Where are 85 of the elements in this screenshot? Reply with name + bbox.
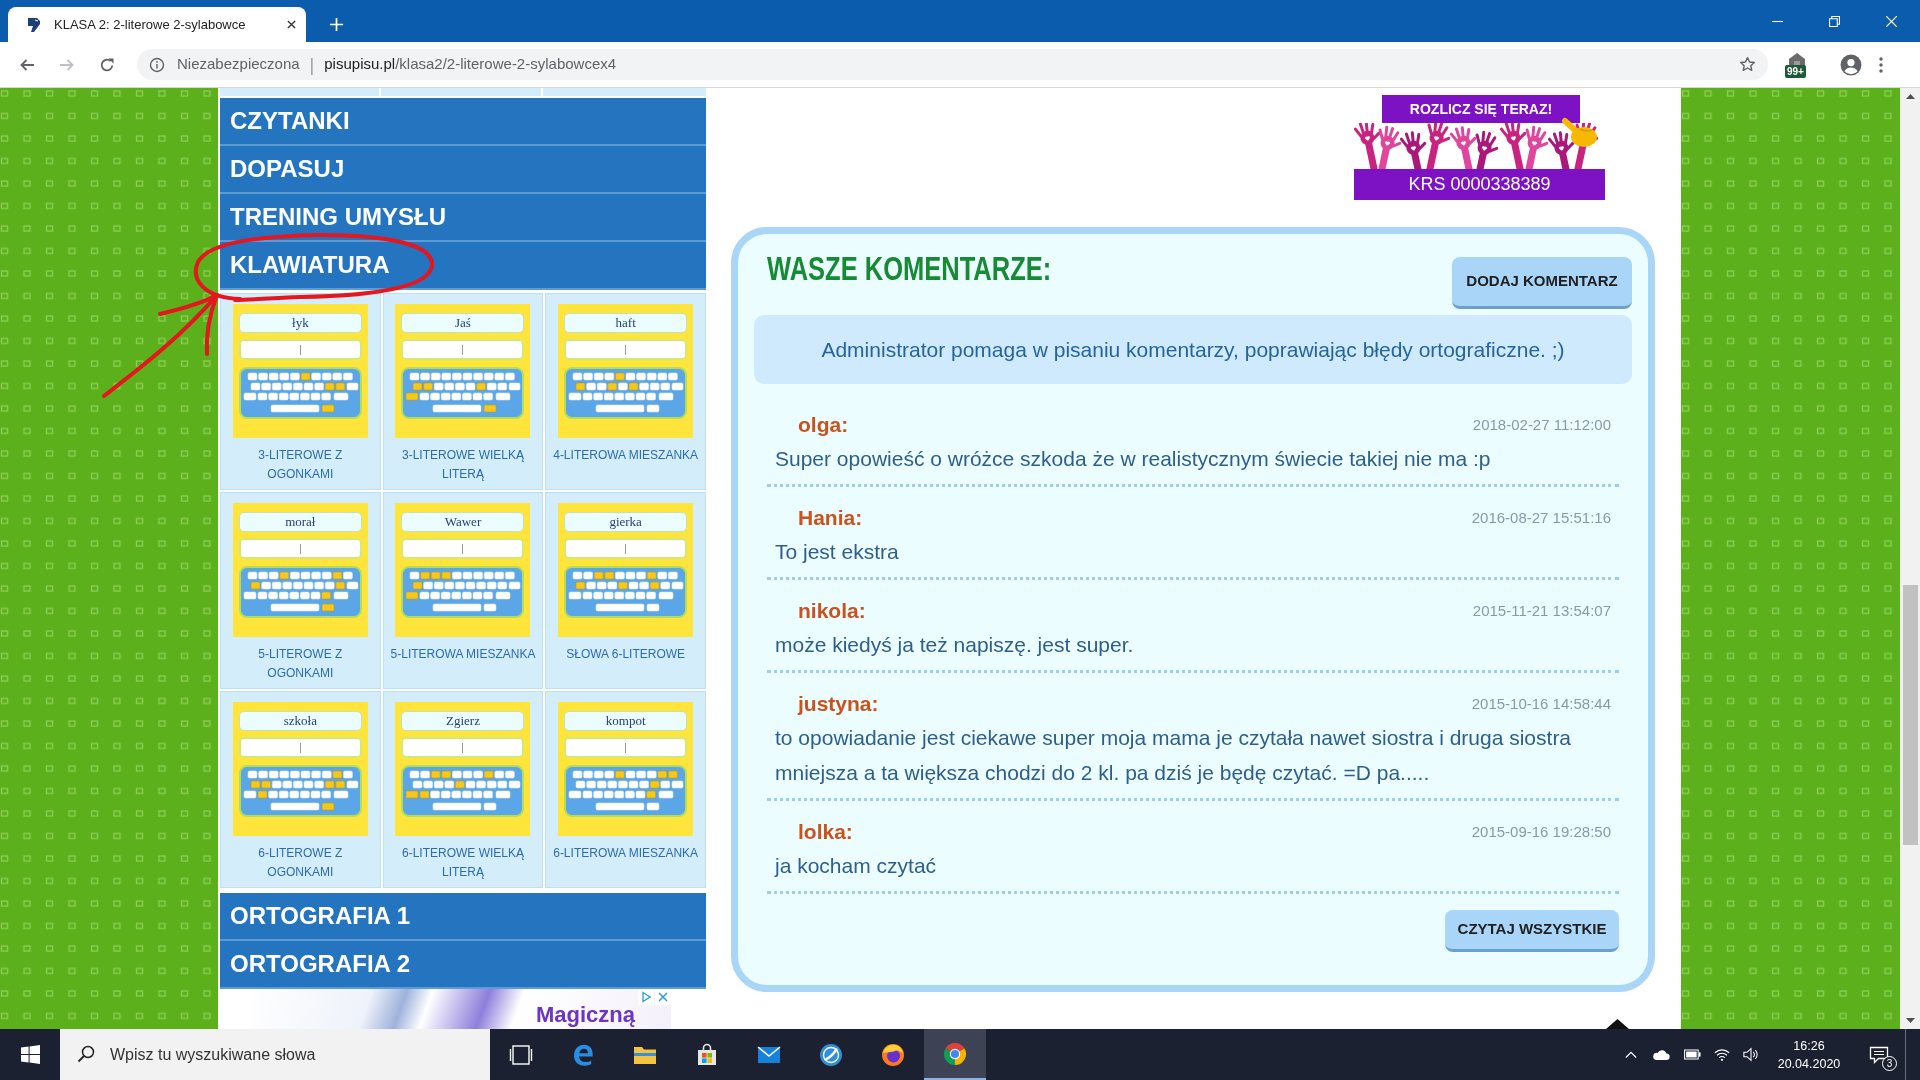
new-tab-icon[interactable]	[329, 17, 344, 32]
comment-author: nikola:	[798, 598, 866, 625]
firefox-icon	[881, 1042, 905, 1067]
section-title: WASZE KOMENTARZE:	[767, 249, 1052, 287]
close-ad-icon[interactable]	[655, 989, 671, 1005]
ad-text: Magiczną	[536, 1002, 636, 1029]
comment-date: 2015-09-16 19:28:50	[1471, 821, 1611, 842]
menu-item[interactable]: TRENING UMYSŁU	[220, 194, 706, 242]
browser-tab[interactable]: KLASA 2: 2-literowe 2-sylabowce	[8, 7, 306, 42]
exercise-tile[interactable]: haft 4-LITEROWA MIESZANKA	[545, 293, 706, 490]
exercise-tile[interactable]: gierka SŁOWA 6-LITEROWE	[545, 492, 706, 689]
comment-text: to opowiadanie jest ciekawe super moja mama je czytała nawet siostra i druga siostra mniejsza a ta większa chodzi do 2 kl. pa dziś je będę czytać. =D pa.....	[775, 725, 1573, 786]
target-word: łyk	[238, 313, 362, 333]
target-word: morał	[238, 512, 362, 532]
target-word: kompot	[564, 711, 688, 731]
comment-author: justyna:	[798, 691, 879, 718]
menu-item[interactable]: ORTOGRAFIA 2	[220, 941, 706, 989]
comment-text: może kiedyś ja też napiszę. jest super.	[775, 632, 1135, 658]
read-all-button[interactable]: CZYTAJ WSZYSTKIE	[1445, 910, 1619, 952]
search-field[interactable]: Wpisz tu wyszukiwane słowa	[60, 1029, 490, 1080]
target-word: Zgierz	[401, 711, 525, 731]
exercise-tile[interactable]: łyk 3-LITEROWE Z OGONKAMI	[220, 293, 381, 490]
clock-date[interactable]: 20.04.2020	[1777, 1054, 1841, 1073]
url-text[interactable]: pisupisu.pl/klasa2/2-literowe-2-sylabowcex4	[324, 53, 617, 76]
menu-item[interactable]: KLAWIATURA	[220, 242, 706, 290]
pointing-hand-icon	[1560, 117, 1600, 149]
address-bar[interactable]: Niezabezpieczona | pisupisu.pl/klasa2/2-literowe-2-sylabowcex4	[137, 49, 1768, 80]
chevron-up-icon[interactable]	[1625, 1051, 1637, 1058]
back-to-top-icon[interactable]	[1606, 1019, 1629, 1029]
scroll-down-icon[interactable]	[1905, 1018, 1915, 1023]
battery-icon[interactable]	[1683, 1049, 1701, 1060]
info-icon[interactable]	[149, 56, 165, 73]
comment-date: 2016-08-27 15:51:16	[1471, 507, 1611, 528]
target-word: szkoła	[238, 711, 362, 731]
exercise-tile[interactable]: Wawer 5-LITEROWA MIESZANKA	[382, 492, 544, 689]
notification-icon[interactable]	[1869, 1044, 1889, 1065]
wifi-icon[interactable]	[1714, 1047, 1730, 1062]
target-word: gierka	[564, 512, 688, 532]
security-label[interactable]: Niezabezpieczona	[177, 53, 300, 76]
cloud-icon[interactable]	[1652, 1049, 1670, 1060]
comment-text: ja kocham czytać	[775, 853, 938, 879]
app-icon	[819, 1042, 843, 1067]
target-word: Wawer	[401, 512, 525, 532]
search-icon	[77, 1045, 95, 1063]
notice-banner: Administrator pomaga w pisaniu komentarzy, poprawiając błędy ortograficzne. ;)	[754, 315, 1632, 384]
task-view-icon	[509, 1042, 533, 1067]
chrome-icon	[943, 1041, 967, 1066]
ad-headline: ROZLICZ SIĘ TERAZ!	[1382, 95, 1580, 123]
comment-text: To jest ekstra	[775, 539, 900, 565]
menu-icon[interactable]	[1879, 56, 1883, 73]
profile-icon[interactable]	[1840, 53, 1862, 76]
menu-item[interactable]: DOPASUJ	[220, 146, 706, 194]
close-icon[interactable]	[287, 20, 296, 29]
exercise-tile[interactable]: szkoła 6-LITEROWE Z OGONKAMI	[220, 691, 381, 888]
exercise-tile[interactable]: kompot 6-LITEROWA MIESZANKA	[545, 691, 706, 888]
menu-item[interactable]: CZYTANKI	[220, 98, 706, 146]
notification-count: 3	[1882, 1056, 1897, 1071]
scroll-up-icon[interactable]	[1905, 94, 1915, 99]
adchoices-icon[interactable]	[638, 989, 654, 1005]
store-icon	[695, 1042, 719, 1067]
reload-icon[interactable]	[99, 56, 115, 73]
target-word: haft	[564, 313, 688, 333]
comment-date: 2015-10-16 14:58:44	[1471, 693, 1611, 714]
exercise-tile[interactable]: Jaś 3-LITEROWE WIELKĄ LITERĄ	[382, 293, 544, 490]
clock-time[interactable]: 16:26	[1793, 1036, 1825, 1055]
exercise-tile[interactable]: Zgierz 6-LITEROWE WIELKĄ LITERĄ	[382, 691, 544, 888]
favicon-icon	[26, 16, 42, 33]
add-comment-button[interactable]: DODAJ KOMENTARZ	[1452, 257, 1632, 309]
comment-author: lolka:	[798, 819, 853, 846]
comment-text: Super opowieść o wróżce szkoda że w realistycznym świecie takiej nie ma :p	[775, 446, 1492, 472]
volume-icon[interactable]	[1743, 1047, 1759, 1062]
target-word: Jaś	[401, 313, 525, 333]
comment-date: 2018-02-27 11:12:00	[1472, 414, 1611, 435]
comment-author: Hania:	[798, 505, 863, 532]
exercise-tile[interactable]: morał 5-LITEROWE Z OGONKAMI	[220, 492, 381, 689]
comment-date: 2015-11-21 13:54:07	[1472, 600, 1611, 621]
windows-icon[interactable]	[20, 1045, 40, 1064]
edge-icon	[571, 1042, 595, 1067]
ad-caption: KRS 0000338389	[1354, 169, 1605, 200]
comment-author: olga:	[798, 412, 849, 439]
separator: |	[309, 54, 315, 75]
restore-icon[interactable]	[1829, 15, 1840, 27]
star-icon[interactable]	[1739, 56, 1756, 73]
menu-item[interactable]: ORTOGRAFIA 1	[220, 893, 706, 941]
scrollbar-thumb[interactable]	[1902, 585, 1918, 845]
